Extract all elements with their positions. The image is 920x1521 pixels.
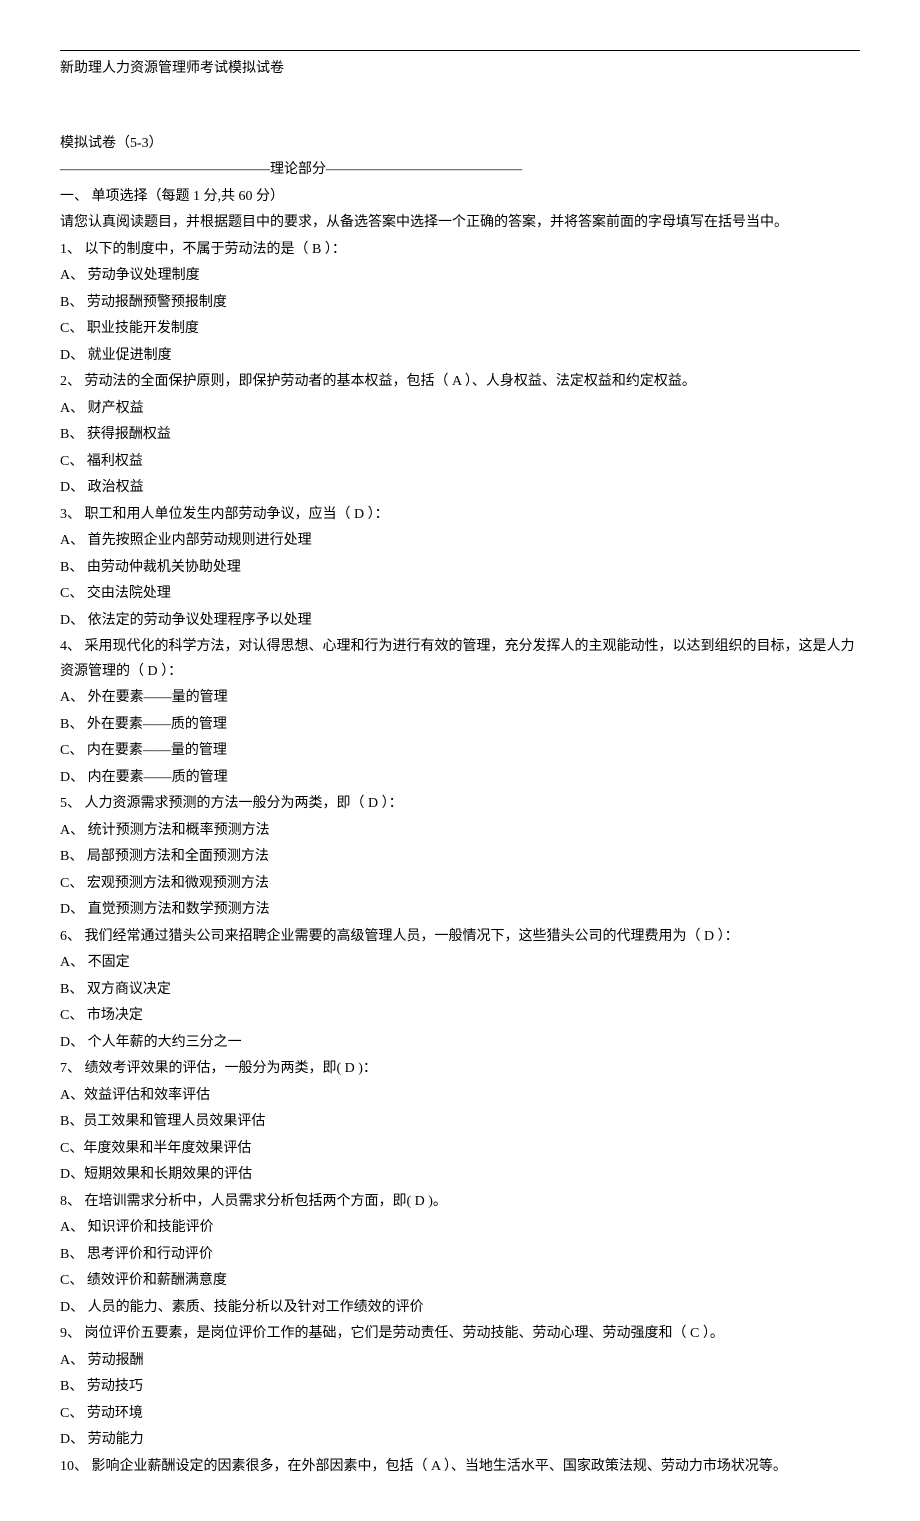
question-option: A、 不固定: [60, 951, 860, 976]
document-title: 新助理人力资源管理师考试模拟试卷: [60, 57, 860, 82]
question-option: C、 宏观预测方法和微观预测方法: [60, 872, 860, 897]
question-option: D、 就业促进制度: [60, 344, 860, 369]
question-option: C、 劳动环境: [60, 1402, 860, 1427]
question-text: 9、 岗位评价五要素，是岗位评价工作的基础，它们是劳动责任、劳动技能、劳动心理、…: [60, 1322, 860, 1347]
question-option: C、 职业技能开发制度: [60, 317, 860, 342]
question-option: C、 福利权益: [60, 450, 860, 475]
question-option: B、 劳动技巧: [60, 1375, 860, 1400]
question-option: A、效益评估和效率评估: [60, 1084, 860, 1109]
questions-container: 1、 以下的制度中，不属于劳动法的是（ B ）：A、 劳动争议处理制度B、 劳动…: [60, 238, 860, 1480]
instruction-text: 请您认真阅读题目，并根据题目中的要求，从备选答案中选择一个正确的答案，并将答案前…: [60, 211, 860, 236]
question-option: D、 劳动能力: [60, 1428, 860, 1453]
question-option: A、 劳动报酬: [60, 1349, 860, 1374]
question-option: C、 交由法院处理: [60, 582, 860, 607]
question-text: 8、 在培训需求分析中，人员需求分析包括两个方面，即( D )。: [60, 1190, 860, 1215]
question-option: C、 内在要素——量的管理: [60, 739, 860, 764]
question-option: C、年度效果和半年度效果评估: [60, 1137, 860, 1162]
question-option: A、 知识评价和技能评价: [60, 1216, 860, 1241]
question-option: B、 外在要素——质的管理: [60, 713, 860, 738]
question-option: D、 政治权益: [60, 476, 860, 501]
question-option: D、 依法定的劳动争议处理程序予以处理: [60, 609, 860, 634]
question-text: 1、 以下的制度中，不属于劳动法的是（ B ）：: [60, 238, 860, 263]
question-option: B、 局部预测方法和全面预测方法: [60, 845, 860, 870]
header-rule: [60, 50, 860, 51]
question-text: 3、 职工和用人单位发生内部劳动争议，应当（ D ）：: [60, 503, 860, 528]
question-text: 2、 劳动法的全面保护原则，即保护劳动者的基本权益，包括（ A ）、人身权益、法…: [60, 370, 860, 395]
question-option: C、 绩效评价和薪酬满意度: [60, 1269, 860, 1294]
question-option: A、 首先按照企业内部劳动规则进行处理: [60, 529, 860, 554]
subtitle: 模拟试卷（5-3）: [60, 132, 860, 157]
question-text: 10、 影响企业薪酬设定的因素很多，在外部因素中，包括（ A ）、当地生活水平、…: [60, 1455, 860, 1480]
question-option: B、 劳动报酬预警预报制度: [60, 291, 860, 316]
question-option: D、 个人年薪的大约三分之一: [60, 1031, 860, 1056]
question-option: A、 财产权益: [60, 397, 860, 422]
question-text: 4、 采用现代化的科学方法，对认得思想、心理和行为进行有效的管理，充分发挥人的主…: [60, 635, 860, 684]
question-option: A、 劳动争议处理制度: [60, 264, 860, 289]
question-option: D、 直觉预测方法和数学预测方法: [60, 898, 860, 923]
question-option: D、 人员的能力、素质、技能分析以及针对工作绩效的评价: [60, 1296, 860, 1321]
question-option: B、 思考评价和行动评价: [60, 1243, 860, 1268]
question-option: B、 由劳动仲裁机关协助处理: [60, 556, 860, 581]
question-option: A、 统计预测方法和概率预测方法: [60, 819, 860, 844]
question-option: D、 内在要素——质的管理: [60, 766, 860, 791]
question-text: 5、 人力资源需求预测的方法一般分为两类，即（ D ）：: [60, 792, 860, 817]
question-option: B、员工效果和管理人员效果评估: [60, 1110, 860, 1135]
section-heading: 一、 单项选择（每题 1 分,共 60 分）: [60, 185, 860, 210]
section-divider: ―――――――――――――――理论部分――――――――――――――: [60, 158, 860, 183]
question-text: 7、 绩效考评效果的评估，一般分为两类，即( D )：: [60, 1057, 860, 1082]
question-option: D、短期效果和长期效果的评估: [60, 1163, 860, 1188]
question-text: 6、 我们经常通过猎头公司来招聘企业需要的高级管理人员，一般情况下，这些猎头公司…: [60, 925, 860, 950]
question-option: B、 获得报酬权益: [60, 423, 860, 448]
question-option: A、 外在要素——量的管理: [60, 686, 860, 711]
question-option: C、 市场决定: [60, 1004, 860, 1029]
question-option: B、 双方商议决定: [60, 978, 860, 1003]
